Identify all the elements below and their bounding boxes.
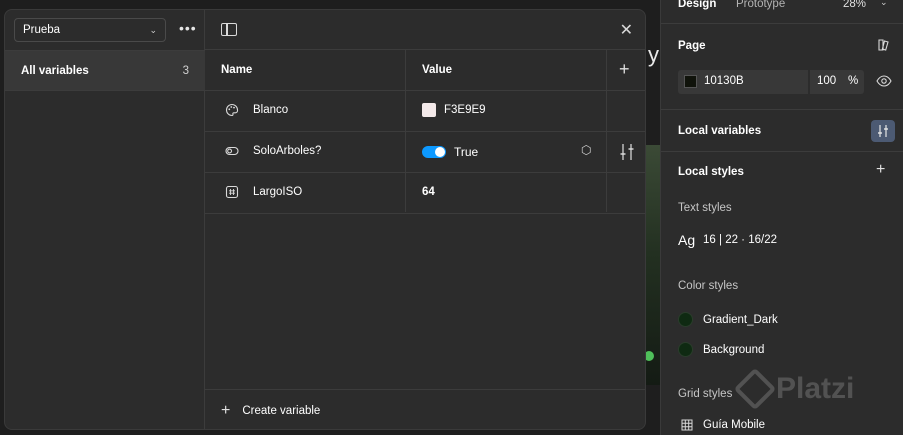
variable-value[interactable]: True <box>454 145 478 159</box>
boolean-toggle-icon <box>225 146 239 156</box>
watermark-text: Platzi <box>776 372 855 405</box>
divider <box>661 151 903 152</box>
library-icon[interactable] <box>877 38 891 52</box>
text-style-size: 16 <box>703 234 716 246</box>
canvas-text-fragment: y <box>648 42 659 67</box>
platzi-watermark: Platzi <box>733 367 855 411</box>
sidebar-toggle-icon[interactable] <box>221 23 237 36</box>
properties-panel: Design Prototype 28% ⌄ Page 10130B 100 %… <box>660 0 903 435</box>
variable-value[interactable]: F3E9E9 <box>444 104 486 116</box>
text-style-line-height: 22 <box>725 234 738 246</box>
color-style-item[interactable]: Background <box>678 342 764 357</box>
grid-style-item[interactable]: Guía Mobile <box>681 419 765 431</box>
opacity-unit: % <box>848 75 859 87</box>
variables-modal: Prueba ⌄ ••• All variables 3 ✕ Name Valu… <box>4 9 646 430</box>
color-swatch[interactable] <box>422 103 436 117</box>
text-styles-label: Text styles <box>678 202 732 214</box>
collection-name: Prueba <box>23 24 61 36</box>
tab-design[interactable]: Design <box>678 0 716 10</box>
panel-tabs: Design Prototype 28% ⌄ <box>661 0 903 24</box>
text-style-item[interactable]: 16 | 22 · 16/22 <box>703 234 777 246</box>
page-color-hex[interactable]: 10130B <box>704 75 744 87</box>
collections-sidebar: Prueba ⌄ ••• All variables 3 <box>5 10 205 429</box>
variable-name[interactable]: LargoISO <box>253 186 302 198</box>
eye-icon[interactable] <box>876 75 892 87</box>
column-header-value: Value <box>422 64 453 76</box>
section-title-local-styles: Local styles <box>678 166 744 178</box>
variable-value[interactable]: 64 <box>422 186 435 198</box>
grid-icon <box>681 419 693 431</box>
add-mode-icon[interactable]: + <box>619 59 630 80</box>
palette-icon <box>226 103 239 117</box>
page-opacity-field[interactable]: 100 % <box>810 70 864 94</box>
text-style-sample[interactable]: Ag <box>678 232 695 248</box>
group-label: All variables <box>21 64 89 77</box>
divider <box>205 389 645 390</box>
open-variables-button[interactable] <box>871 120 895 142</box>
hexagon-icon[interactable]: ⬡ <box>581 143 591 157</box>
table-row[interactable]: Blanco F3E9E9 <box>205 91 645 132</box>
zoom-level[interactable]: 28% <box>843 0 866 10</box>
column-header-name: Name <box>221 64 253 76</box>
color-style-name: Background <box>703 343 765 356</box>
column-divider <box>405 50 406 212</box>
add-style-icon[interactable]: + <box>876 161 885 179</box>
canvas-frame-preview[interactable] <box>644 145 660 385</box>
section-title-page: Page <box>678 40 706 52</box>
section-title-local-variables: Local variables <box>678 125 762 137</box>
plus-icon: + <box>221 402 231 419</box>
color-styles-label: Color styles <box>678 280 739 292</box>
collection-dropdown[interactable]: Prueba ⌄ <box>14 18 166 42</box>
text-style-separator: | <box>715 234 726 246</box>
variable-name[interactable]: Blanco <box>253 104 288 116</box>
number-icon <box>225 185 239 199</box>
variables-table-area: ✕ Name Value + Blanco F3E9E9 SoloArboles… <box>205 10 645 429</box>
group-count: 3 <box>182 64 189 77</box>
grid-styles-label: Grid styles <box>678 388 733 400</box>
divider <box>661 109 903 110</box>
table-header: Name Value + <box>205 50 645 91</box>
tab-prototype[interactable]: Prototype <box>736 0 785 10</box>
sliders-icon[interactable] <box>619 143 635 161</box>
create-variable-label: Create variable <box>242 405 321 417</box>
color-style-name: Gradient_Dark <box>703 313 778 326</box>
variable-name[interactable]: SoloArboles? <box>253 145 321 157</box>
table-row[interactable]: SoloArboles? True ⬡ <box>205 132 645 173</box>
color-style-item[interactable]: Gradient_Dark <box>678 312 778 327</box>
group-item-all-variables[interactable]: All variables 3 <box>5 51 205 91</box>
page-color-swatch[interactable] <box>684 75 697 88</box>
close-icon[interactable]: ✕ <box>620 20 633 40</box>
more-options-icon[interactable]: ••• <box>179 20 197 36</box>
sliders-icon <box>878 125 888 137</box>
table-row[interactable]: LargoISO 64 <box>205 173 645 214</box>
color-style-swatch <box>678 312 693 327</box>
page-color-field[interactable]: 10130B <box>678 70 808 94</box>
text-style-detail: · 16/22 <box>737 234 777 246</box>
grid-style-name: Guía Mobile <box>703 419 766 431</box>
opacity-value[interactable]: 100 <box>817 75 836 87</box>
boolean-toggle[interactable] <box>422 146 446 158</box>
color-style-swatch <box>678 342 693 357</box>
create-variable-button[interactable]: + Create variable <box>221 402 320 420</box>
column-divider <box>606 50 607 212</box>
chevron-down-icon[interactable]: ⌄ <box>880 0 888 8</box>
platzi-logo-icon <box>733 367 777 411</box>
modal-topbar: ✕ <box>205 10 645 50</box>
chevron-down-icon: ⌄ <box>149 24 157 35</box>
